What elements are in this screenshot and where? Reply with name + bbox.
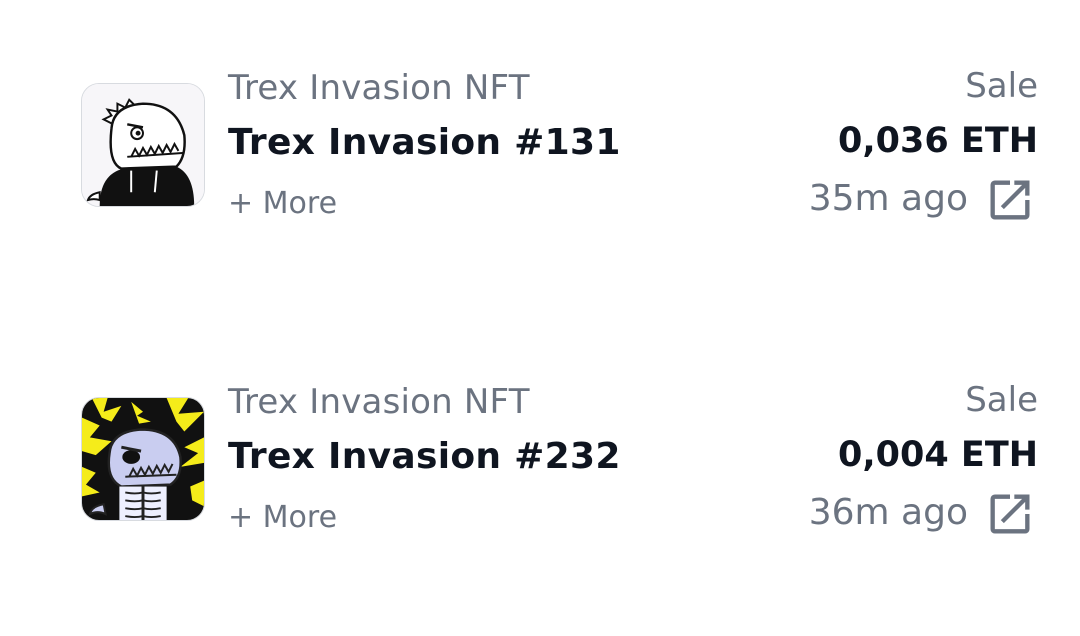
activity-row[interactable]: Trex Invasion NFT Trex Invasion #131 + M… bbox=[0, 60, 1080, 221]
nft-name[interactable]: Trex Invasion #131 bbox=[228, 122, 621, 163]
timestamp: 36m ago bbox=[808, 492, 968, 533]
trex-skeleton-image bbox=[82, 398, 204, 520]
collection-name[interactable]: Trex Invasion NFT bbox=[228, 68, 530, 108]
price: 0,036 ETH bbox=[838, 121, 1038, 161]
nft-thumbnail[interactable] bbox=[81, 83, 205, 207]
activity-row[interactable]: Trex Invasion NFT Trex Invasion #232 + M… bbox=[0, 374, 1080, 535]
nft-name[interactable]: Trex Invasion #232 bbox=[228, 436, 621, 477]
activity-type: Sale bbox=[965, 380, 1038, 420]
collection-name[interactable]: Trex Invasion NFT bbox=[228, 382, 530, 422]
activity-type: Sale bbox=[965, 66, 1038, 106]
timestamp: 35m ago bbox=[808, 178, 968, 219]
more-button[interactable]: + More bbox=[228, 500, 337, 535]
external-link-icon[interactable] bbox=[984, 174, 1036, 226]
trex-hoodie-image bbox=[82, 84, 204, 206]
price: 0,004 ETH bbox=[838, 435, 1038, 475]
nft-thumbnail[interactable] bbox=[81, 397, 205, 521]
activity-list: Trex Invasion NFT Trex Invasion #131 + M… bbox=[0, 0, 1080, 636]
external-link-icon[interactable] bbox=[984, 488, 1036, 540]
more-button[interactable]: + More bbox=[228, 186, 337, 221]
